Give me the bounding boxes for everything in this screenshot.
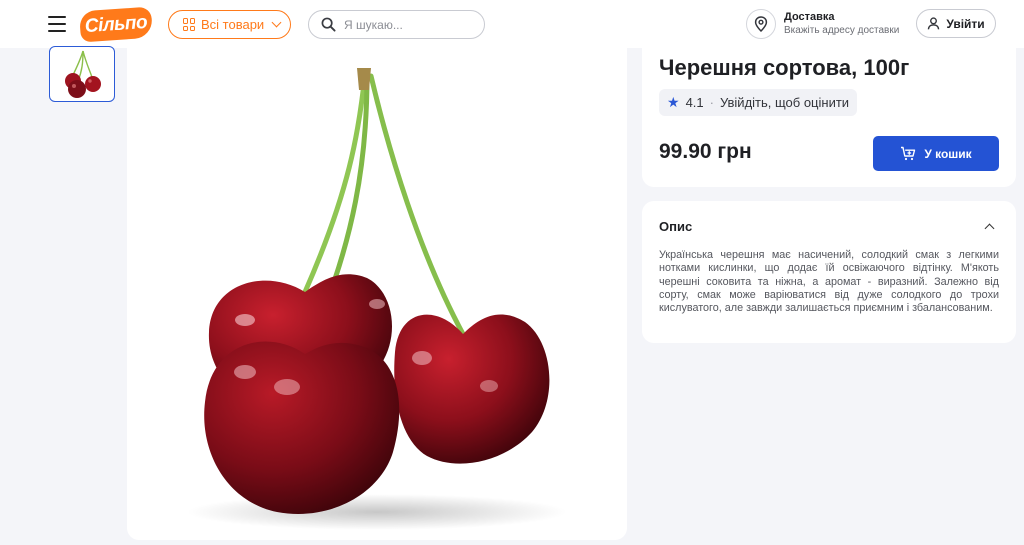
delivery-subtitle: Вкажіть адресу доставки — [784, 25, 900, 36]
rating-badge: ★ 4.1 · Увійдіть, щоб оцінити — [659, 89, 858, 116]
burger-menu-icon[interactable] — [48, 16, 66, 32]
add-to-cart-label: У кошик — [924, 146, 972, 161]
product-title: Черешня сортова, 100г — [659, 55, 910, 80]
search-input[interactable] — [344, 17, 474, 32]
chevron-down-icon — [271, 17, 282, 28]
cart-add-icon — [901, 146, 916, 161]
product-price: 99.90 грн — [659, 140, 752, 163]
cherry-product-image — [187, 68, 567, 530]
rating-value: 4.1 — [685, 95, 704, 110]
silpo-logo[interactable]: Сільпо — [79, 6, 153, 43]
star-icon: ★ — [667, 94, 680, 110]
rating-separator: · — [709, 95, 714, 110]
login-button[interactable]: Увійти — [916, 9, 996, 38]
description-toggle[interactable]: Опис — [659, 219, 999, 234]
description-text: Українська черешня має насичений, солодк… — [659, 249, 999, 315]
cherry-thumbnail-image — [65, 50, 101, 98]
product-info-card: Черешня сортова, 100г ★ 4.1 · Увійдіть, … — [642, 42, 1016, 187]
login-label: Увійти — [946, 16, 985, 31]
product-image-card — [127, 42, 627, 540]
delivery-text: Доставка Вкажіть адресу доставки — [784, 10, 899, 38]
all-products-label: Всі товари — [201, 17, 265, 32]
description-card: Опис Українська черешня має насичений, с… — [642, 201, 1016, 343]
chevron-up-icon — [984, 223, 995, 234]
search-bar[interactable] — [308, 10, 485, 39]
search-icon — [321, 17, 336, 32]
description-title: Опис — [659, 219, 693, 234]
all-products-button[interactable]: Всі товари — [168, 10, 291, 39]
delivery-address-selector[interactable]: Доставка Вкажіть адресу доставки — [746, 8, 906, 40]
grid-icon — [183, 18, 196, 31]
rate-login-link[interactable]: Увійдіть, щоб оцінити — [720, 95, 849, 110]
location-pin-icon — [746, 9, 776, 39]
delivery-title: Доставка — [784, 11, 835, 23]
product-thumbnail[interactable] — [49, 46, 115, 102]
add-to-cart-button[interactable]: У кошик — [873, 136, 999, 171]
user-icon — [928, 17, 940, 30]
top-header: Сільпо Всі товари Доставка Вкажіть адрес… — [0, 0, 1024, 48]
